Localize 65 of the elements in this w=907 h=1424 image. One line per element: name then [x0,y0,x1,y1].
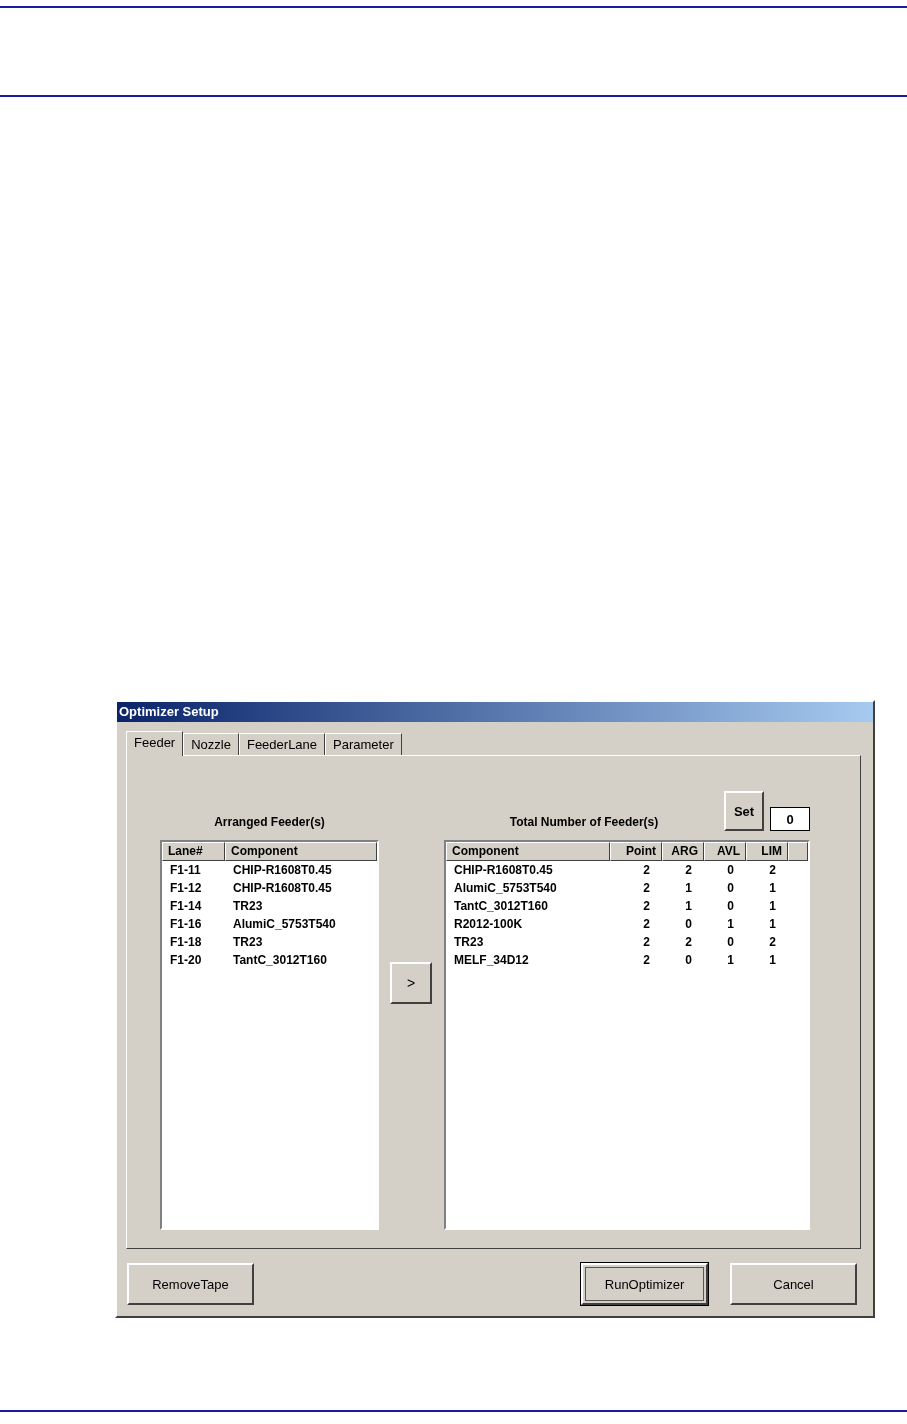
column-header[interactable]: Lane# [162,842,225,861]
table-cell-text: 1 [768,880,777,897]
tab[interactable]: FeederLane [238,733,326,755]
table-cell-text: 2 [642,934,651,951]
table-cell-text: 1 [768,916,777,933]
table-cell-text: F1-18 [169,934,203,951]
table-cell-text: CHIP-R1608T0.45 [453,862,554,879]
table-cell-text: 1 [726,952,735,969]
table-cell-text: 1 [684,880,693,897]
table-cell-text: F1-12 [169,880,203,897]
column-header[interactable]: Component [225,842,377,861]
table-cell-text: 2 [768,862,777,879]
table-cell-text: 0 [726,934,735,951]
table-cell-text: 1 [768,952,777,969]
table-cell-text: TR23 [453,934,485,951]
table-cell-text: AlumiC_5753T540 [232,916,337,933]
table-cell-text: TR23 [232,898,264,915]
tab[interactable]: Nozzle [183,733,239,755]
table-cell-text: 0 [726,880,735,897]
table-cell-text: F1-16 [169,916,203,933]
arranged-feeder-list[interactable]: Lane# Component F1-11 CHIP-R1608T0.45 F1-12 CHIP-R1608T0.45 F1-14 TR23 F1-16 AlumiC_5753T540 F1-18 TR23 F1-20 TantC_3012T160 [160,840,379,1230]
table-cell-text: MELF_34D12 [453,952,530,969]
table-cell-text: CHIP-R1608T0.45 [232,862,333,879]
move-button[interactable]: > [390,962,432,1004]
table-cell-text: F1-11 [169,862,202,879]
list-label: Arranged Feeder(s) [213,815,326,831]
table-cell-text: 0 [684,916,693,933]
table-cell-text: TantC_3012T160 [453,898,549,915]
count-field[interactable]: 0 [770,807,810,831]
table-cell-text: 2 [642,862,651,879]
table-cell-text: 1 [768,898,777,915]
table-cell-text: F1-14 [169,898,203,915]
window-title: Optimizer Setup [117,702,873,722]
table-cell-text: 0 [726,862,735,879]
table-cell-text: 2 [642,880,651,897]
column-header[interactable]: AVL [704,842,746,861]
column-header [788,842,808,861]
table-cell-text: CHIP-R1608T0.45 [232,880,333,897]
table-cell-text: 2 [642,898,651,915]
table-cell-text: TR23 [232,934,264,951]
table-cell-text: TantC_3012T160 [232,952,328,969]
column-header[interactable]: Point [610,842,662,861]
table-cell-text: AlumiC_5753T540 [453,880,558,897]
list-label: Total Number of Feeder(s) [508,815,660,831]
table-cell-text: 2 [642,916,651,933]
table-cell-text: 0 [684,952,693,969]
set-button[interactable]: Set [724,791,764,831]
dialog-button[interactable]: RunOptimizer [581,1263,708,1305]
dialog-button[interactable]: RemoveTape [127,1263,254,1305]
dialog-button[interactable]: Cancel [730,1263,857,1305]
tab[interactable]: Parameter [325,733,402,755]
table-cell-text: 1 [726,916,735,933]
column-header[interactable]: LIM [746,842,788,861]
table-cell-text: 0 [726,898,735,915]
table-cell-text: F1-20 [169,952,203,969]
table-cell-text: R2012-100K [453,916,524,933]
table-cell-text: 2 [768,934,777,951]
column-header[interactable]: Component [446,842,610,861]
table-cell-text: 2 [684,934,693,951]
table-cell-text: 1 [684,898,693,915]
table-cell-text: 2 [642,952,651,969]
table-cell-text: 2 [684,862,693,879]
column-header[interactable]: ARG [662,842,704,861]
tab[interactable]: Feeder [126,731,184,756]
total-feeder-list[interactable]: Component Point ARG AVL LIM CHIP-R1608T0.45 2 2 0 2 AlumiC_5753T540 2 1 0 1 TantC_3012T160 2 1 0 1 R2012-100K 2 0 1 1 TR23 2 2 0 2 MELF_34D12 2 0 1 1 [444,840,810,1230]
